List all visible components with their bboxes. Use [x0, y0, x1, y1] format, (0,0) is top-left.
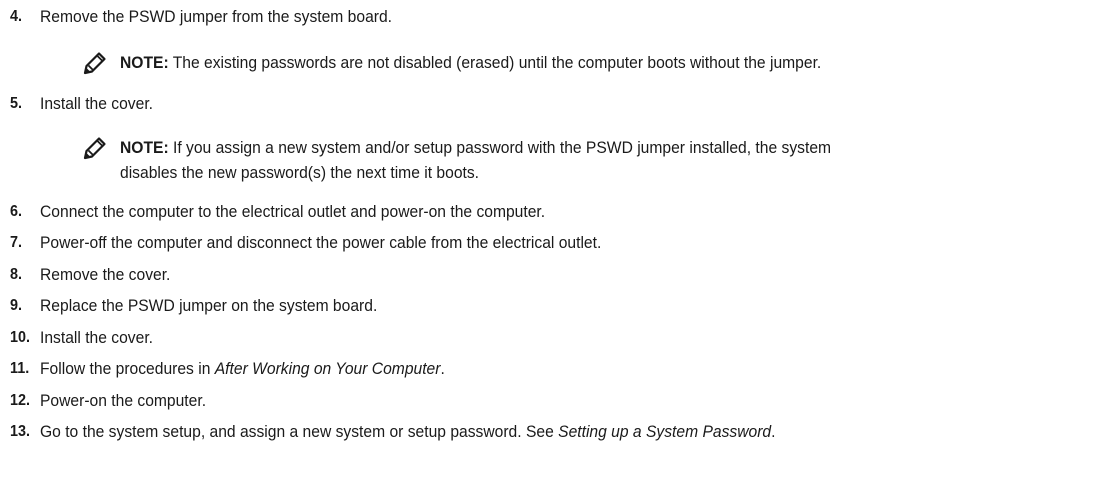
- step-number: 7.: [10, 234, 23, 251]
- step-number: 12.: [10, 392, 31, 409]
- step-number: 11.: [10, 360, 30, 377]
- step-number: 10.: [10, 329, 31, 346]
- step-text: Go to the system setup, and assign a new…: [40, 421, 775, 443]
- note-label: NOTE:: [120, 53, 169, 72]
- step-text: Connect the computer to the electrical o…: [40, 202, 546, 221]
- step-text: Replace the PSWD jumper on the system bo…: [40, 296, 378, 315]
- note-text-line-1: If you assign a new system and/or setup …: [168, 138, 832, 157]
- step-number: 6.: [10, 203, 23, 220]
- step-number: 9.: [10, 297, 23, 314]
- step-text: Remove the PSWD jumper from the system b…: [40, 7, 393, 26]
- step-text-after: .: [440, 359, 445, 378]
- step-text: Power-off the computer and disconnect th…: [40, 233, 602, 252]
- step-text: Remove the cover.: [40, 265, 171, 284]
- cross-reference-link[interactable]: Setting up a System Password: [558, 422, 771, 441]
- note-text-line-2: disables the new password(s) the next ti…: [120, 163, 480, 182]
- procedure-document: 4. Remove the PSWD jumper from the syste…: [0, 0, 1094, 496]
- note-body: NOTE: If you assign a new system and/or …: [120, 135, 1049, 185]
- step-number: 13.: [10, 423, 31, 440]
- note-pencil-icon: [83, 52, 106, 75]
- step-text: Install the cover.: [40, 328, 154, 347]
- note-pencil-icon: [83, 137, 106, 160]
- step-text: Install the cover.: [40, 94, 154, 113]
- note-body: NOTE: The existing passwords are not dis…: [120, 50, 1049, 75]
- step-number: 5.: [10, 95, 23, 112]
- step-number: 4.: [10, 8, 23, 25]
- note-label: NOTE:: [120, 138, 169, 157]
- step-text: Follow the procedures in After Working o…: [40, 358, 445, 380]
- cross-reference-link[interactable]: After Working on Your Computer: [215, 359, 441, 378]
- step-text: Power-on the computer.: [40, 391, 207, 410]
- step-text-before: Go to the system setup, and assign a new…: [40, 422, 559, 441]
- step-text-after: .: [771, 422, 776, 441]
- step-number: 8.: [10, 266, 23, 283]
- note-text: The existing passwords are not disabled …: [168, 53, 822, 72]
- step-text-before: Follow the procedures in: [40, 359, 215, 378]
